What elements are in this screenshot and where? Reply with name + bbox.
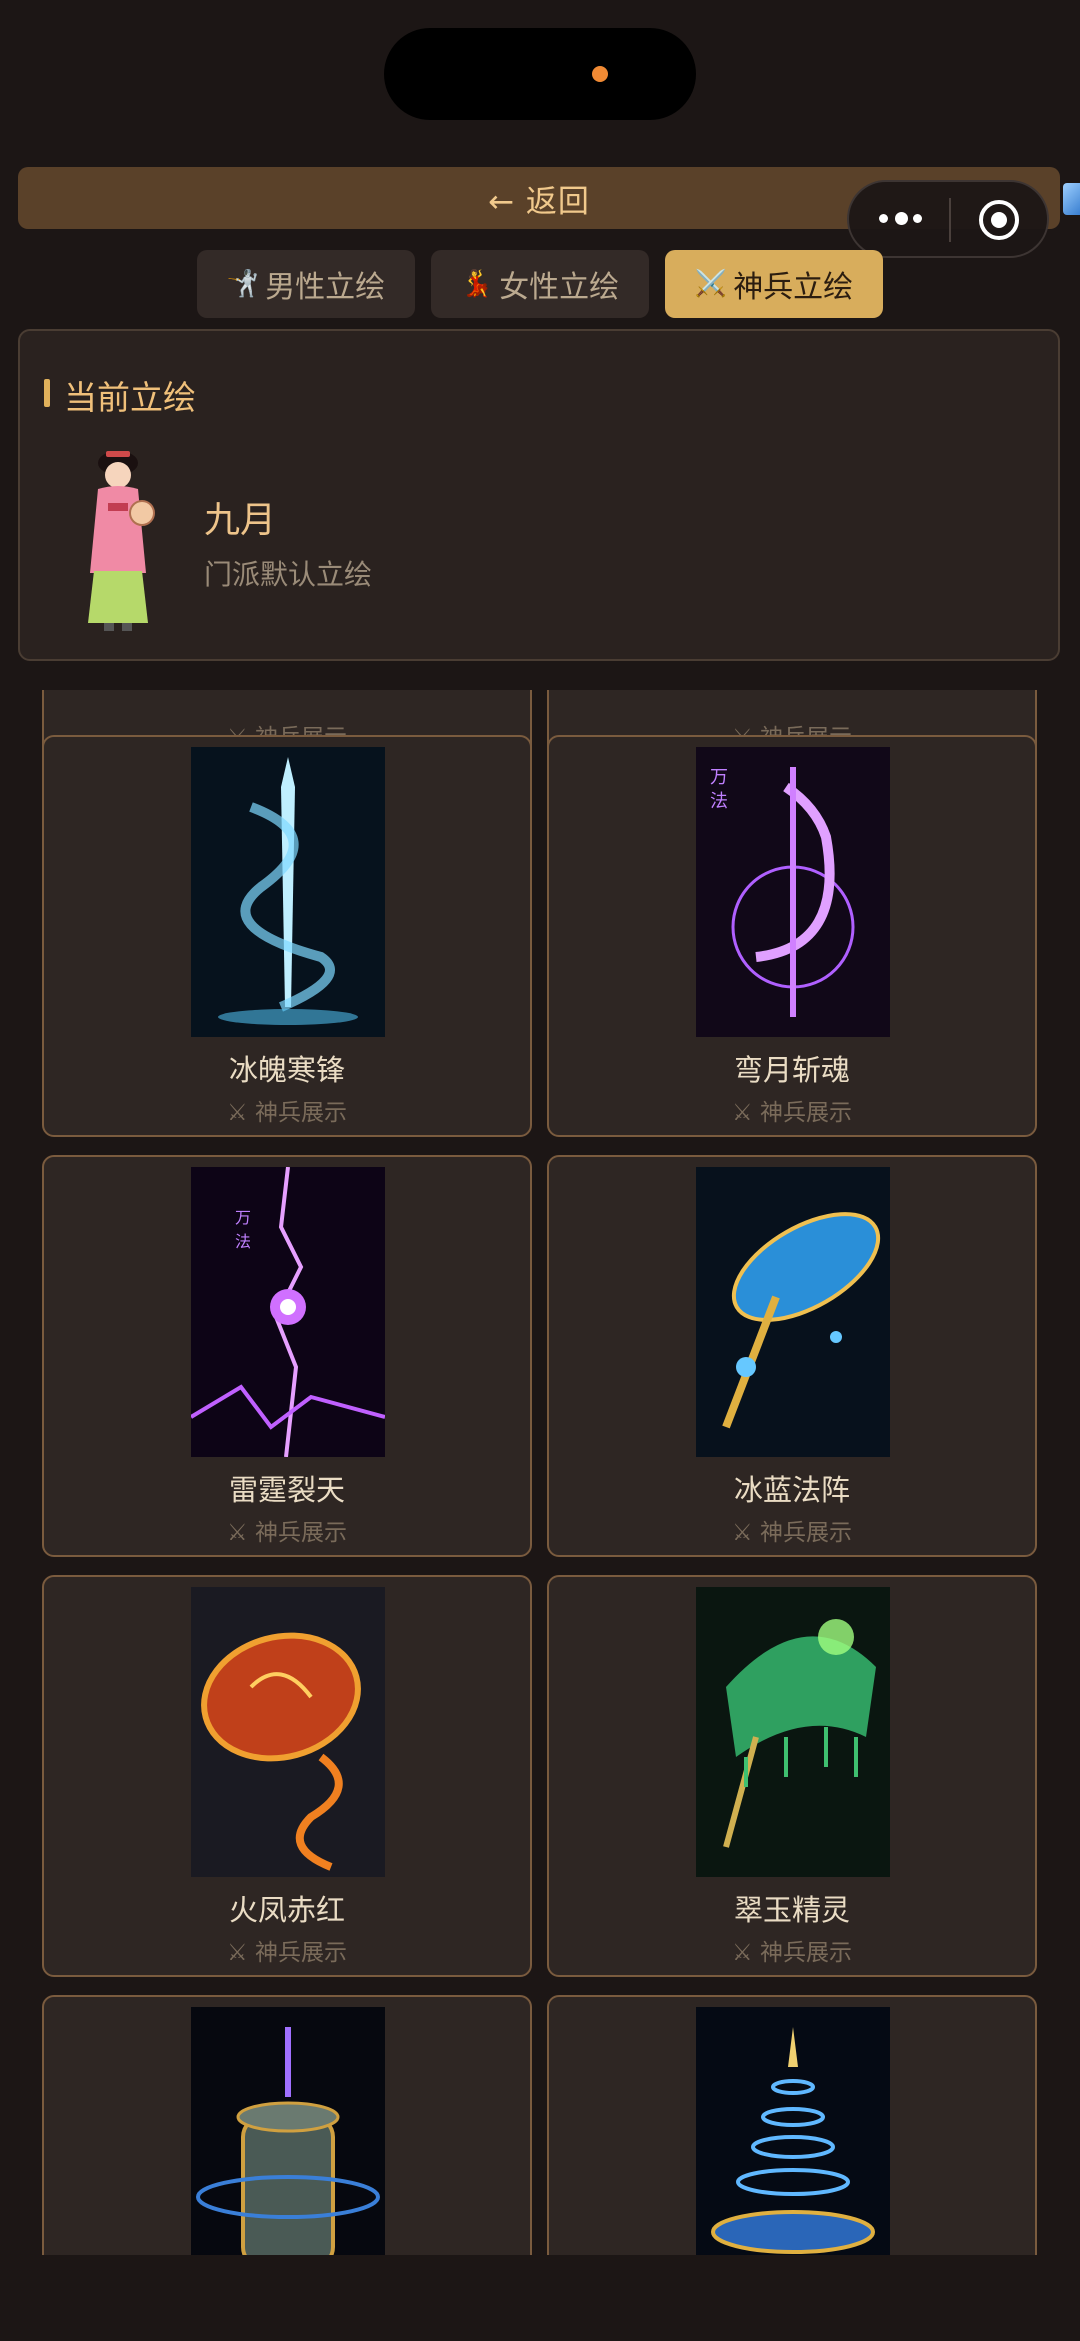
tab-label: 男性立绘 (265, 270, 386, 305)
weapon-tag: ⚔ 神兵展示 (227, 1940, 347, 1966)
camera-indicator (592, 66, 608, 82)
tab-male-portrait[interactable]: 🤺 男性立绘 (197, 250, 415, 318)
capsule-divider (949, 198, 951, 242)
bottom-safe-area (0, 2255, 1080, 2341)
floating-edge-icon[interactable] (1063, 183, 1080, 215)
weapon-tag: ⚔ 神兵展示 (732, 1520, 852, 1546)
weapon-name: 火凤赤红 (228, 1893, 345, 1927)
weapon-grid: ⚔ 神兵展示⚔ 神兵展示冰魄寒锋⚔ 神兵展示万法弯月斩魂⚔ 神兵展示万法雷霆裂天… (0, 690, 1080, 2255)
weapon-card[interactable]: 万法弯月斩魂 ⚔ 神兵展示 (547, 735, 1037, 1137)
weapon-name: 冰蓝法阵 (733, 1473, 850, 1507)
svg-text:法: 法 (710, 791, 728, 812)
portrait-description: 门派默认立绘 (204, 558, 373, 591)
current-portrait-avatar (88, 451, 155, 631)
weapon-art (696, 2007, 890, 2255)
weapon-art (696, 1587, 890, 1877)
crossed-swords-icon: ⚔️ (694, 269, 728, 299)
svg-text:法: 法 (235, 1232, 251, 1251)
dynamic-island (384, 28, 696, 120)
weapon-name: 冰魄寒锋 (228, 1053, 345, 1087)
weapon-card[interactable]: 火凤赤红 ⚔ 神兵展示 (42, 1575, 532, 1977)
section-marker (44, 379, 50, 407)
weapon-card[interactable]: 冰魄寒锋 ⚔ 神兵展示 (42, 735, 532, 1137)
dancer-icon: 💃 (460, 269, 494, 299)
weapon-tag: ⚔ 神兵展示 (227, 1520, 347, 1546)
weapon-tag: ⚔ 神兵展示 (732, 1100, 852, 1126)
fencer-icon: 🤺 (226, 269, 260, 299)
weapon-name: 弯月斩魂 (733, 1053, 850, 1087)
back-label: ← 返回 (488, 183, 590, 220)
weapon-name: 翠玉精灵 (733, 1893, 850, 1927)
more-icon[interactable] (879, 207, 935, 231)
weapon-art (191, 1587, 385, 1877)
tab-female-portrait[interactable]: 💃 女性立绘 (431, 250, 649, 318)
weapon-card[interactable] (547, 1995, 1037, 2255)
close-target-icon[interactable] (979, 200, 1019, 240)
weapon-name: 雷霆裂天 (228, 1473, 345, 1507)
miniprogram-capsule (847, 180, 1049, 258)
weapon-card[interactable]: 冰蓝法阵 ⚔ 神兵展示 (547, 1155, 1037, 1557)
weapon-card[interactable]: 万法雷霆裂天 ⚔ 神兵展示 (42, 1155, 532, 1557)
weapon-card[interactable] (42, 1995, 532, 2255)
current-portrait-panel: 当前立绘 九月 门派默认立绘 (18, 329, 1060, 661)
weapon-art: 万法 (696, 747, 890, 1037)
tab-label: 女性立绘 (499, 270, 620, 305)
weapon-card[interactable]: 翠玉精灵 ⚔ 神兵展示 (547, 1575, 1037, 1977)
svg-text:万: 万 (235, 1208, 251, 1227)
weapon-art (191, 747, 385, 1037)
svg-text:万: 万 (710, 767, 728, 788)
weapon-art (696, 1167, 890, 1457)
weapon-art (191, 2007, 385, 2255)
weapon-tag: ⚔ 神兵展示 (732, 1940, 852, 1966)
section-title: 当前立绘 (64, 378, 196, 417)
tab-label: 神兵立绘 (733, 270, 854, 305)
tab-weapon-portrait[interactable]: ⚔️ 神兵立绘 (665, 250, 883, 318)
portrait-name: 九月 (204, 500, 277, 541)
weapon-art: 万法 (191, 1167, 385, 1457)
portrait-tabs: 🤺 男性立绘 💃 女性立绘 ⚔️ 神兵立绘 (0, 250, 1080, 318)
weapon-tag: ⚔ 神兵展示 (227, 1100, 347, 1126)
